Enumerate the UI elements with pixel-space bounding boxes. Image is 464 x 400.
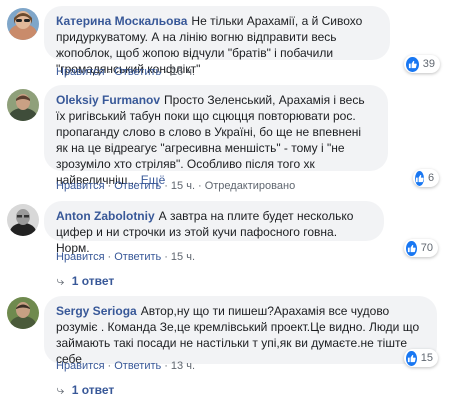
comment-actions: Нравится · Ответить · 15 ч. · Отредактировано (56, 180, 296, 192)
thumbs-up-icon (406, 56, 419, 72)
thumbs-up-icon (406, 240, 417, 256)
view-replies-link[interactable]: ⤷ 1 ответ (56, 383, 115, 398)
reaction-count-badge[interactable]: 15 (404, 349, 438, 367)
thumbs-up-icon (415, 170, 424, 186)
man-forest-avatar[interactable] (7, 297, 39, 329)
edited-label[interactable]: Отредактировано (205, 180, 296, 192)
comment-actions: Нравится · Ответить · 15 ч. (56, 251, 196, 263)
comment-bubble: Катерина Москальова Не тільки Арахамії, а… (44, 6, 390, 76)
comment-text: Просто Зеленський, Арахамія і весь їх ри… (56, 93, 365, 187)
reaction-count-badge[interactable]: 6 (413, 169, 439, 187)
reaction-count: 70 (420, 242, 433, 254)
reply-link[interactable]: Ответить (114, 251, 161, 263)
comment-author[interactable]: Anton Zabolotniy (56, 209, 155, 223)
comment-bubble: Oleksiy Furmanov Просто Зеленський, Араха… (44, 85, 388, 187)
comment-actions: Нравится · Ответить · 13 ч. (56, 360, 196, 372)
like-link[interactable]: Нравится (56, 360, 105, 372)
reply-link[interactable]: Ответить (114, 360, 161, 372)
reply-link[interactable]: Ответить (114, 180, 161, 192)
comment-bubble: Sergy Serioga Автор,ну що ти пишеш?Арахам… (44, 296, 437, 366)
timestamp[interactable]: 16 ч. (171, 66, 195, 78)
comment-actions: Нравится · Ответить · 16 ч. (56, 66, 196, 78)
timestamp[interactable]: 15 ч. (171, 251, 195, 263)
comment-bubble: Anton Zabolotniy А завтра на плите будет … (44, 201, 384, 255)
timestamp[interactable]: 15 ч. (171, 180, 195, 192)
reaction-count: 15 (420, 352, 433, 364)
woman-sunglasses-avatar[interactable] (7, 8, 39, 40)
replies-count: 1 ответ (71, 274, 115, 288)
reply-link[interactable]: Ответить (114, 66, 161, 78)
reply-arrow-icon: ⤷ (56, 383, 65, 397)
reaction-count-badge[interactable]: 70 (404, 239, 438, 257)
like-link[interactable]: Нравится (56, 180, 105, 192)
view-replies-link[interactable]: ⤷ 1 ответ (56, 274, 115, 289)
reaction-count: 39 (422, 58, 435, 70)
reaction-count-badge[interactable]: 39 (404, 55, 440, 73)
man-black-white-avatar[interactable] (7, 204, 39, 236)
like-link[interactable]: Нравится (56, 66, 105, 78)
comment-author[interactable]: Oleksiy Furmanov (56, 93, 160, 107)
reaction-count: 6 (428, 172, 435, 184)
thumbs-up-icon (406, 350, 417, 366)
comment-author[interactable]: Sergy Serioga (56, 304, 137, 318)
replies-count: 1 ответ (71, 383, 115, 397)
timestamp[interactable]: 13 ч. (171, 360, 195, 372)
man-outdoor-avatar[interactable] (7, 89, 39, 121)
reply-arrow-icon: ⤷ (56, 274, 65, 288)
comment-author[interactable]: Катерина Москальова (56, 14, 187, 28)
like-link[interactable]: Нравится (56, 251, 105, 263)
